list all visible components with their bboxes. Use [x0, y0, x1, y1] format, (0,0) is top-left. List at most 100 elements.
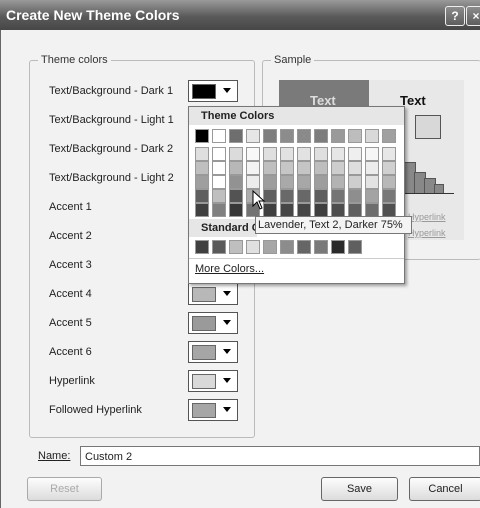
- theme-color-chip[interactable]: [297, 129, 311, 143]
- theme-color-chip[interactable]: [382, 129, 396, 143]
- theme-shade-chip[interactable]: [365, 189, 379, 203]
- theme-color-chip[interactable]: [365, 129, 379, 143]
- theme-shade-chip[interactable]: [382, 161, 396, 175]
- theme-shade-chip[interactable]: [246, 175, 260, 189]
- theme-shade-chip[interactable]: [229, 203, 243, 217]
- theme-shade-chip[interactable]: [297, 203, 311, 217]
- theme-colors-header-label: Theme Colors: [201, 110, 275, 122]
- theme-shade-chip[interactable]: [365, 175, 379, 189]
- theme-shade-chip[interactable]: [331, 175, 345, 189]
- theme-shade-chip[interactable]: [314, 147, 328, 161]
- theme-shade-chip[interactable]: [348, 161, 362, 175]
- reset-button[interactable]: Reset: [27, 477, 102, 501]
- theme-shade-chip[interactable]: [280, 175, 294, 189]
- theme-shade-chip[interactable]: [297, 175, 311, 189]
- theme-shade-chip[interactable]: [229, 189, 243, 203]
- theme-shade-chip[interactable]: [195, 147, 209, 161]
- theme-shade-chip[interactable]: [263, 175, 277, 189]
- theme-shade-chip[interactable]: [280, 203, 294, 217]
- theme-shade-chip[interactable]: [212, 175, 226, 189]
- standard-color-chip[interactable]: [229, 240, 243, 254]
- theme-color-chip[interactable]: [212, 129, 226, 143]
- sample-followed-hyperlink: Hyperlink: [408, 228, 446, 238]
- theme-shade-chip[interactable]: [195, 203, 209, 217]
- theme-shade-chip[interactable]: [331, 203, 345, 217]
- label-text-bg-light-2: Text/Background - Light 2: [49, 172, 174, 184]
- more-colors-item[interactable]: More Colors...: [195, 263, 264, 275]
- theme-shade-chip[interactable]: [212, 203, 226, 217]
- theme-shade-chip[interactable]: [348, 189, 362, 203]
- name-input[interactable]: Custom 2: [80, 446, 480, 466]
- standard-color-chip[interactable]: [212, 240, 226, 254]
- theme-shade-chip[interactable]: [280, 147, 294, 161]
- theme-shade-chip[interactable]: [229, 147, 243, 161]
- theme-shade-chip[interactable]: [331, 161, 345, 175]
- theme-shade-chip[interactable]: [382, 203, 396, 217]
- theme-shade-chip[interactable]: [314, 203, 328, 217]
- standard-color-chip[interactable]: [331, 240, 345, 254]
- theme-shade-chip[interactable]: [195, 175, 209, 189]
- window-title: Create New Theme Colors: [6, 7, 180, 23]
- theme-color-chip[interactable]: [263, 129, 277, 143]
- chevron-down-icon: [223, 378, 231, 383]
- sample-shape: [415, 115, 441, 139]
- theme-shade-chip[interactable]: [212, 161, 226, 175]
- theme-shade-chip[interactable]: [297, 147, 311, 161]
- theme-shade-chip[interactable]: [229, 161, 243, 175]
- theme-color-chip[interactable]: [229, 129, 243, 143]
- theme-shade-chip[interactable]: [212, 189, 226, 203]
- theme-shade-chip[interactable]: [212, 147, 226, 161]
- theme-shade-chip[interactable]: [331, 189, 345, 203]
- standard-color-chip[interactable]: [280, 240, 294, 254]
- standard-color-chip[interactable]: [297, 240, 311, 254]
- dropdown-accent-4[interactable]: [188, 283, 238, 305]
- cancel-button[interactable]: Cancel: [409, 477, 480, 501]
- save-button[interactable]: Save: [321, 477, 398, 501]
- theme-shade-chip[interactable]: [263, 161, 277, 175]
- dropdown-hyperlink[interactable]: [188, 370, 238, 392]
- theme-shade-chip[interactable]: [195, 161, 209, 175]
- theme-shade-chip[interactable]: [297, 161, 311, 175]
- dropdown-accent-5[interactable]: [188, 312, 238, 334]
- theme-shade-chip[interactable]: [314, 175, 328, 189]
- theme-shade-chip[interactable]: [348, 203, 362, 217]
- standard-color-chip[interactable]: [246, 240, 260, 254]
- theme-color-chip[interactable]: [331, 129, 345, 143]
- standard-color-chip[interactable]: [314, 240, 328, 254]
- standard-colors-header: Standard Colors: [189, 219, 257, 237]
- theme-shade-chip[interactable]: [314, 161, 328, 175]
- standard-color-chip[interactable]: [263, 240, 277, 254]
- theme-shade-chip[interactable]: [246, 147, 260, 161]
- theme-shade-chip[interactable]: [348, 175, 362, 189]
- theme-shade-chip[interactable]: [297, 189, 311, 203]
- theme-shade-chip[interactable]: [195, 189, 209, 203]
- theme-shade-chip[interactable]: [280, 161, 294, 175]
- theme-shade-chip[interactable]: [331, 147, 345, 161]
- theme-color-chip[interactable]: [314, 129, 328, 143]
- dropdown-accent-6[interactable]: [188, 341, 238, 363]
- dropdown-text-bg-dark-1[interactable]: [188, 80, 238, 102]
- standard-color-chip[interactable]: [348, 240, 362, 254]
- theme-shade-chip[interactable]: [365, 161, 379, 175]
- dropdown-followed-hyperlink[interactable]: [188, 399, 238, 421]
- theme-shade-chip[interactable]: [382, 175, 396, 189]
- close-button[interactable]: ×: [466, 6, 480, 26]
- theme-shade-chip[interactable]: [280, 189, 294, 203]
- standard-color-chip[interactable]: [195, 240, 209, 254]
- theme-shade-chip[interactable]: [365, 147, 379, 161]
- theme-shade-chip[interactable]: [263, 147, 277, 161]
- theme-shade-chip[interactable]: [314, 189, 328, 203]
- label-text-bg-dark-1: Text/Background - Dark 1: [49, 85, 174, 97]
- theme-colors-legend: Theme colors: [38, 54, 111, 66]
- theme-shade-chip[interactable]: [382, 189, 396, 203]
- theme-color-chip[interactable]: [246, 129, 260, 143]
- theme-shade-chip[interactable]: [229, 175, 243, 189]
- theme-color-chip[interactable]: [280, 129, 294, 143]
- theme-shade-chip[interactable]: [382, 147, 396, 161]
- theme-color-chip[interactable]: [195, 129, 209, 143]
- theme-shade-chip[interactable]: [246, 161, 260, 175]
- theme-color-chip[interactable]: [348, 129, 362, 143]
- theme-shade-chip[interactable]: [365, 203, 379, 217]
- help-button[interactable]: ?: [445, 6, 465, 26]
- theme-shade-chip[interactable]: [348, 147, 362, 161]
